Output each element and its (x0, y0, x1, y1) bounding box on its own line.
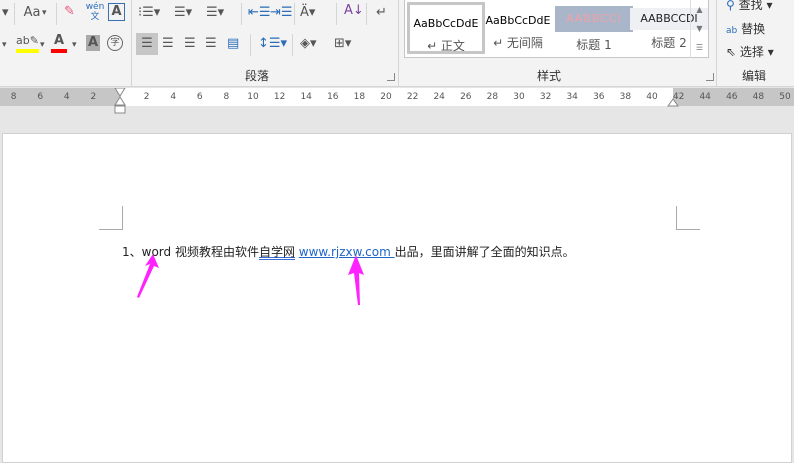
cursor-icon: ⇖ (726, 45, 737, 59)
style-no-spacing[interactable]: AaBbCcDdE ↵ 无间隔 (479, 2, 557, 54)
justify-button[interactable]: ☰ (205, 36, 217, 52)
ribbon: ▾ Aa ▾ ✎ wén文 A ▾ ab✎ ▾ A ▾ A 字 ⁝☰▾ ☰▾ ☰… (0, 0, 794, 87)
ruler-tick: 6 (196, 92, 203, 102)
replace-icon: ab (726, 26, 738, 36)
style-heading-1[interactable]: AABBCCI 标题 1 (555, 2, 633, 54)
document-page[interactable] (2, 133, 792, 463)
ruler-tick: 6 (37, 92, 44, 102)
ruler-tick: 34 (566, 92, 578, 102)
select-button[interactable]: ⇖ 选择 ▾ (726, 43, 774, 60)
ruler-tick: 2 (143, 92, 150, 102)
ruler-tick: 4 (170, 92, 177, 102)
borders-icon[interactable]: ⊞▾ (334, 36, 351, 52)
find-button[interactable]: ⚲ 查找 ▾ (726, 0, 772, 13)
ruler-tick: 40 (646, 92, 658, 102)
editing-group-label: 编辑 (742, 69, 767, 83)
line-spacing-icon[interactable]: ↕☰▾ (258, 36, 287, 52)
show-marks-icon[interactable]: ↵ (376, 5, 387, 21)
ruler-tick: 2 (90, 92, 97, 102)
ruler-tick: 38 (619, 92, 632, 102)
ruler-tick: 30 (513, 92, 525, 102)
arrow-annotation-2 (348, 255, 364, 305)
styles-gallery: AaBbCcDdE ↵ 正文 AaBbCcDdE ↵ 无间隔 AABBCCI 标题 1… (404, 0, 709, 58)
ruler-tick: 18 (353, 92, 366, 102)
distributed-button[interactable]: ▤ (227, 36, 239, 52)
ruler-tick: 46 (726, 92, 738, 102)
ruler-tick: 16 (327, 92, 339, 102)
font-color-icon[interactable]: A (51, 33, 67, 53)
font-color-dropdown-icon[interactable]: ▾ (72, 37, 77, 53)
gallery-scrollbar[interactable]: ▲ ▼ ☰ (690, 0, 708, 58)
highlight-dropdown-icon[interactable]: ▾ (40, 37, 45, 53)
styles-dialog-launcher[interactable] (706, 73, 714, 81)
indent-marker[interactable] (114, 88, 126, 114)
phonetic-guide-icon[interactable]: wén文 (84, 2, 106, 22)
text-highlight-icon[interactable]: ab✎ (16, 33, 39, 53)
style-normal[interactable]: AaBbCcDdE ↵ 正文 (407, 2, 485, 54)
font-size-dropdown-icon[interactable]: ▾ (2, 5, 9, 21)
ruler-tick: 8 (223, 92, 230, 102)
align-center-button[interactable]: ☰ (162, 36, 174, 52)
decrease-indent-icon[interactable]: ⇤☰ (248, 5, 271, 21)
dropdown-icon[interactable]: ▾ (2, 37, 7, 53)
change-case-dropdown-icon[interactable]: ▾ (42, 5, 47, 21)
ruler-tick: 28 (486, 92, 499, 102)
horizontal-ruler[interactable]: 8 6 4 2 2 4 6 8 10 12 14 16 18 20 22 24 26 28 30 32 34 36 38 40… (0, 88, 794, 114)
ruler-tick: 26 (460, 92, 472, 102)
crop-mark-left (99, 206, 123, 230)
align-right-button[interactable]: ☰ (184, 36, 196, 52)
sort-icon[interactable]: A↓ (344, 3, 364, 19)
enclose-character-icon[interactable]: 字 (107, 35, 123, 51)
ruler-tick: 10 (247, 92, 259, 102)
arrow-annotation-1 (137, 254, 159, 298)
paragraph-group-label: 段落 (245, 69, 270, 83)
ruler-tick: 36 (593, 92, 605, 102)
styles-group-label: 样式 (537, 69, 562, 83)
bullets-icon[interactable]: ⁝☰▾ (138, 5, 160, 21)
character-border-icon[interactable]: A (108, 3, 125, 21)
chinese-layout-icon[interactable]: Ä▾ (300, 5, 315, 21)
crop-mark-right (676, 206, 700, 230)
clear-format-icon[interactable]: ✎ (64, 4, 75, 20)
align-left-button[interactable]: ☰ (136, 33, 158, 55)
numbering-icon[interactable]: ☰▾ (174, 5, 192, 21)
ruler-tick: 20 (380, 92, 392, 102)
character-shading-icon[interactable]: A (86, 35, 100, 51)
ruler-tick: 14 (300, 92, 312, 102)
ruler-tick: 50 (779, 92, 791, 102)
right-indent-marker[interactable] (667, 98, 679, 108)
ruler-tick: 4 (63, 92, 70, 102)
shading-icon[interactable]: ◈▾ (300, 36, 317, 52)
multilevel-list-icon[interactable]: ☰▾ (206, 5, 224, 21)
ruler-tick: 48 (752, 92, 765, 102)
change-case-button[interactable]: Aa (20, 5, 44, 21)
replace-button[interactable]: ab 替换 (726, 20, 765, 37)
ruler-tick: 8 (10, 92, 17, 102)
underlined-text: 自学网 (258, 245, 295, 259)
increase-indent-icon[interactable]: ⇥☰ (270, 5, 293, 21)
paragraph-dialog-launcher[interactable] (387, 73, 395, 81)
search-icon: ⚲ (726, 0, 735, 12)
ruler-tick: 22 (406, 92, 419, 102)
ruler-tick: 32 (539, 92, 552, 102)
ruler-tick: 24 (433, 92, 445, 102)
ruler-tick: 12 (273, 92, 286, 102)
ruler-tick: 44 (699, 92, 711, 102)
